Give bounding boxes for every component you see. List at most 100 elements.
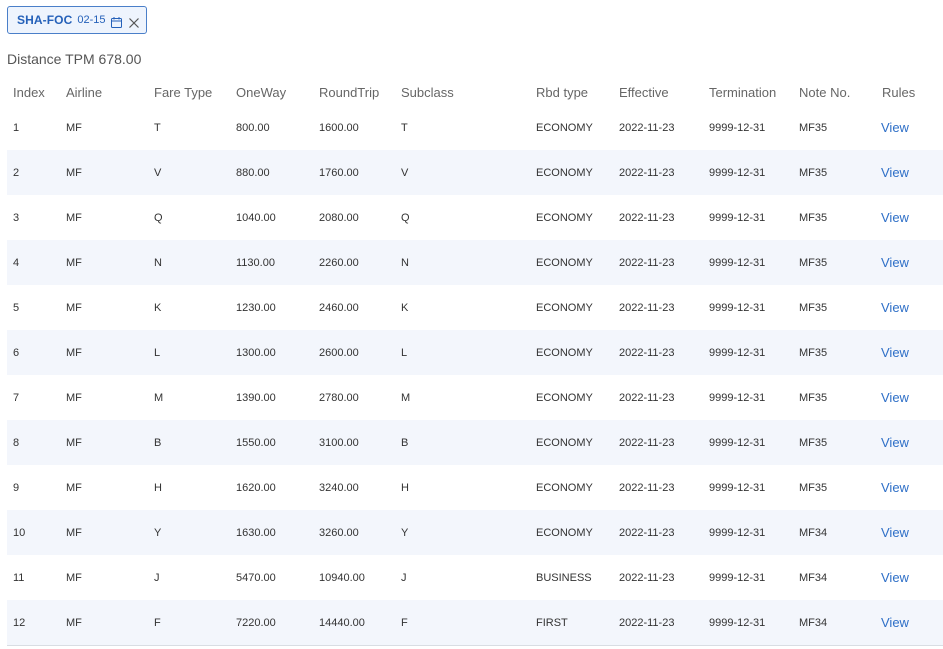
cell-termination: 9999-12-31: [709, 211, 766, 224]
cell-roundtrip: 3260.00: [313, 510, 395, 555]
cell-effective: 2022-11-23: [613, 150, 703, 195]
cell-fare-type: B: [148, 420, 230, 465]
cell-rbd-type: ECONOMY: [536, 391, 593, 404]
view-rules-link[interactable]: View: [881, 255, 909, 270]
table-row: 6 MF L 1300.00 2600.00 L ECONOMY 2022-11-23 9999…: [7, 330, 943, 375]
cell-rbd-type: ECONOMY: [530, 510, 613, 555]
view-rules-link[interactable]: View: [881, 525, 909, 540]
cell-index: 1: [13, 121, 20, 134]
cell-rules: View: [876, 465, 943, 510]
cell-effective: 2022-11-23: [619, 481, 675, 494]
cell-effective: 2022-11-23: [613, 240, 703, 285]
cell-note-no: MF35: [793, 240, 876, 285]
cell-subclass: Q: [401, 211, 410, 224]
cell-effective: 2022-11-23: [619, 121, 675, 134]
view-rules-link[interactable]: View: [881, 570, 909, 585]
cell-fare-type: Y: [148, 510, 230, 555]
cell-fare-type: V: [148, 150, 230, 195]
table-row: 10 MF Y 1630.00 3260.00 Y ECONOMY 2022-11-23 999…: [7, 510, 943, 555]
cell-index: 12: [7, 600, 60, 646]
view-rules-link[interactable]: View: [881, 480, 909, 495]
cell-oneway: 1630.00: [230, 510, 313, 555]
calendar-icon[interactable]: [110, 15, 122, 28]
view-rules-link[interactable]: View: [881, 390, 909, 405]
table-row: 12 MF F 7220.00 14440.00 F FIRST 2022-11-23 9999…: [7, 600, 943, 646]
cell-oneway: 800.00: [236, 121, 270, 134]
fare-table: Index Airline Fare Type OneWay RoundTrip…: [7, 80, 943, 646]
cell-fare-type: K: [154, 301, 162, 314]
cell-index: 8: [7, 420, 60, 465]
cell-airline: MF: [60, 240, 148, 285]
cell-rbd-type: ECONOMY: [536, 301, 593, 314]
cell-rbd-type: ECONOMY: [530, 150, 613, 195]
route-date-tag[interactable]: SHA-FOC 02-15: [7, 6, 147, 34]
cell-termination: 9999-12-31: [709, 571, 766, 584]
cell-rules: View: [876, 510, 943, 555]
table-row: 9 MF H 1620.00 3240.00 H ECONOMY 2022-11-23 9999…: [7, 465, 943, 510]
cell-note-no: MF35: [799, 211, 828, 224]
view-rules-link[interactable]: View: [881, 615, 909, 630]
cell-note-no: MF35: [799, 481, 828, 494]
cell-airline: MF: [66, 481, 82, 494]
view-rules-link[interactable]: View: [881, 435, 909, 450]
column-header-roundtrip: RoundTrip: [319, 85, 380, 100]
cell-roundtrip: 2080.00: [319, 211, 359, 224]
cell-effective: 2022-11-23: [619, 571, 675, 584]
date-label: 02-15: [77, 14, 106, 26]
cell-subclass: H: [401, 481, 409, 494]
cell-effective: 2022-11-23: [619, 301, 675, 314]
view-rules-link[interactable]: View: [881, 345, 909, 360]
column-header-airline: Airline: [66, 85, 103, 100]
column-header-fare-type: Fare Type: [154, 85, 213, 100]
cell-oneway: 1550.00: [230, 420, 313, 465]
view-rules-link[interactable]: View: [881, 165, 909, 180]
cell-effective: 2022-11-23: [619, 211, 675, 224]
cell-index: 3: [13, 211, 20, 224]
cell-subclass: V: [395, 150, 530, 195]
cell-note-no: MF35: [799, 301, 828, 314]
cell-termination: 9999-12-31: [703, 510, 793, 555]
cell-rbd-type: ECONOMY: [536, 211, 593, 224]
table-header-row: Index Airline Fare Type OneWay RoundTrip…: [7, 80, 943, 105]
cell-oneway: 1300.00: [230, 330, 313, 375]
cell-effective: 2022-11-23: [613, 330, 703, 375]
cell-roundtrip: 1760.00: [313, 150, 395, 195]
cell-rules: View: [876, 555, 943, 600]
view-rules-link[interactable]: View: [881, 120, 909, 135]
cell-airline: MF: [60, 150, 148, 195]
cell-roundtrip: 1600.00: [319, 121, 359, 134]
distance-tpm: Distance TPM 678.00: [7, 51, 142, 67]
cell-oneway: 880.00: [230, 150, 313, 195]
cell-fare-type: H: [154, 481, 162, 494]
cell-effective: 2022-11-23: [613, 510, 703, 555]
cell-fare-type: Q: [154, 211, 163, 224]
cell-fare-type: T: [154, 121, 161, 134]
cell-note-no: MF34: [799, 571, 828, 584]
cell-rules: View: [876, 600, 943, 646]
cell-index: 9: [13, 481, 20, 494]
cell-rules: View: [876, 420, 943, 465]
cell-airline: MF: [66, 301, 82, 314]
cell-airline: MF: [60, 330, 148, 375]
view-rules-link[interactable]: View: [881, 210, 909, 225]
cell-note-no: MF34: [793, 510, 876, 555]
cell-rbd-type: ECONOMY: [530, 330, 613, 375]
cell-airline: MF: [60, 420, 148, 465]
cell-index: 11: [13, 571, 25, 584]
cell-oneway: 1040.00: [236, 211, 276, 224]
column-header-oneway: OneWay: [236, 85, 287, 100]
cell-termination: 9999-12-31: [703, 240, 793, 285]
column-header-rules: Rules: [882, 85, 916, 100]
cell-effective: 2022-11-23: [613, 600, 703, 646]
cell-index: 10: [7, 510, 60, 555]
close-icon[interactable]: [128, 15, 139, 28]
view-rules-link[interactable]: View: [881, 300, 909, 315]
cell-subclass: M: [401, 391, 411, 404]
cell-roundtrip: 2780.00: [319, 391, 359, 404]
cell-fare-type: F: [148, 600, 230, 646]
cell-effective: 2022-11-23: [613, 420, 703, 465]
cell-rules: View: [876, 240, 943, 285]
cell-termination: 9999-12-31: [709, 391, 766, 404]
cell-termination: 9999-12-31: [709, 481, 766, 494]
table-row: 11 MF J 5470.00 10940.00 J BUSINESS 2022-11-23 9…: [7, 555, 943, 600]
